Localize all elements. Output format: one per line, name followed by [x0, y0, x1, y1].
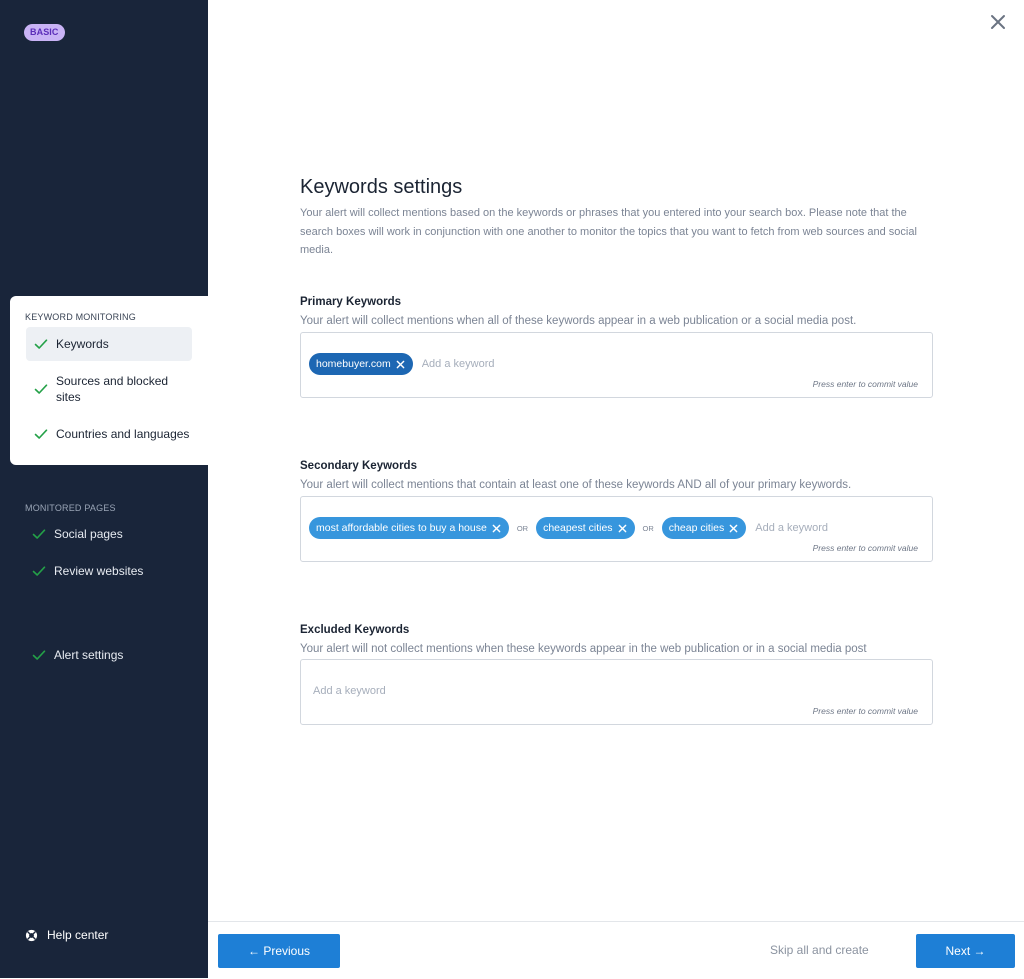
primary-keywords-box[interactable]: homebuyer.com Press enter to commit valu… — [300, 332, 933, 398]
sidebar-item-label: Alert settings — [54, 648, 124, 662]
excluded-keywords-box[interactable]: Press enter to commit value — [300, 659, 933, 725]
close-icon — [991, 15, 1005, 29]
previous-button[interactable]: ← Previous — [218, 934, 340, 968]
keyword-chip-label: cheapest cities — [543, 522, 613, 534]
primary-keywords-tags: homebuyer.com — [309, 353, 562, 375]
next-button[interactable]: Next → — [916, 934, 1015, 968]
help-center-link[interactable]: Help center — [25, 928, 108, 942]
remove-icon[interactable] — [618, 524, 627, 533]
sidebar-item-label: Sources and blocked sites — [56, 374, 169, 404]
secondary-keywords-title: Secondary Keywords — [300, 460, 417, 472]
remove-icon[interactable] — [729, 524, 738, 533]
plan-badge: BASIC — [24, 24, 65, 41]
commit-hint: Press enter to commit value — [812, 379, 918, 389]
lifebuoy-icon — [25, 929, 38, 941]
primary-keywords-title: Primary Keywords — [300, 296, 401, 308]
sidebar-item-social-pages[interactable]: Social pages — [32, 527, 123, 541]
primary-keywords-description: Your alert will collect mentions when al… — [300, 315, 857, 327]
sidebar-item-review-websites[interactable]: Review websites — [32, 564, 143, 578]
monitored-pages-header: MONITORED PAGES — [25, 503, 116, 513]
page-title: Keywords settings — [300, 176, 463, 198]
keyword-monitoring-section: KEYWORD MONITORING Keywords Sources and … — [10, 296, 208, 465]
remove-icon[interactable] — [396, 360, 405, 369]
excluded-keyword-input[interactable] — [313, 685, 453, 697]
sidebar-item-label: Review websites — [54, 564, 144, 578]
remove-icon[interactable] — [492, 524, 501, 533]
check-icon — [32, 650, 46, 660]
primary-keyword-input[interactable] — [421, 358, 562, 370]
sidebar-item-label: Social pages — [54, 527, 123, 541]
excluded-keywords-title: Excluded Keywords — [300, 624, 410, 636]
check-icon — [34, 384, 48, 394]
keyword-chip-label: most affordable cities to buy a house — [316, 522, 487, 534]
excluded-keywords-description: Your alert will not collect mentions whe… — [300, 643, 867, 655]
keyword-chip-label: homebuyer.com — [316, 358, 391, 370]
keyword-chip[interactable]: most affordable cities to buy a house — [309, 517, 509, 539]
secondary-keywords-description: Your alert will collect mentions that co… — [300, 479, 852, 491]
keyword-chip[interactable]: cheap cities — [661, 517, 747, 539]
footer: ← Previous Skip all and create Next → — [208, 921, 1024, 979]
sidebar-item-alert-settings[interactable]: Alert settings — [32, 648, 123, 662]
sidebar: BASIC KEYWORD MONITORING Keywords Source… — [0, 0, 208, 978]
secondary-keyword-input[interactable] — [755, 522, 876, 534]
keyword-chip[interactable]: cheapest cities — [536, 517, 635, 539]
sidebar-item-sources[interactable]: Sources and blocked sites — [26, 372, 192, 406]
keyword-chip-label: cheap cities — [668, 522, 725, 534]
check-icon — [34, 339, 48, 349]
sidebar-item-countries[interactable]: Countries and languages — [26, 424, 192, 444]
commit-hint: Press enter to commit value — [812, 706, 918, 716]
or-separator: OR — [516, 523, 529, 533]
keyword-chip[interactable]: homebuyer.com — [309, 353, 413, 375]
or-separator: OR — [642, 523, 654, 533]
close-button[interactable] — [988, 12, 1008, 32]
secondary-keywords-box[interactable]: most affordable cities to buy a house OR… — [300, 496, 933, 562]
keyword-monitoring-header: KEYWORD MONITORING — [25, 312, 136, 322]
commit-hint: Press enter to commit value — [812, 543, 918, 553]
sidebar-item-keywords[interactable]: Keywords — [26, 327, 192, 361]
page-description: Your alert will collect mentions based o… — [300, 207, 917, 256]
sidebar-item-label: Countries and languages — [56, 427, 190, 441]
check-icon — [32, 566, 46, 576]
secondary-keywords-tags: most affordable cities to buy a house OR… — [309, 517, 876, 539]
check-icon — [34, 429, 48, 439]
help-center-label: Help center — [47, 928, 109, 942]
sidebar-item-label: Keywords — [56, 337, 109, 351]
skip-all-button[interactable]: Skip all and create — [770, 943, 869, 957]
check-icon — [32, 529, 46, 539]
